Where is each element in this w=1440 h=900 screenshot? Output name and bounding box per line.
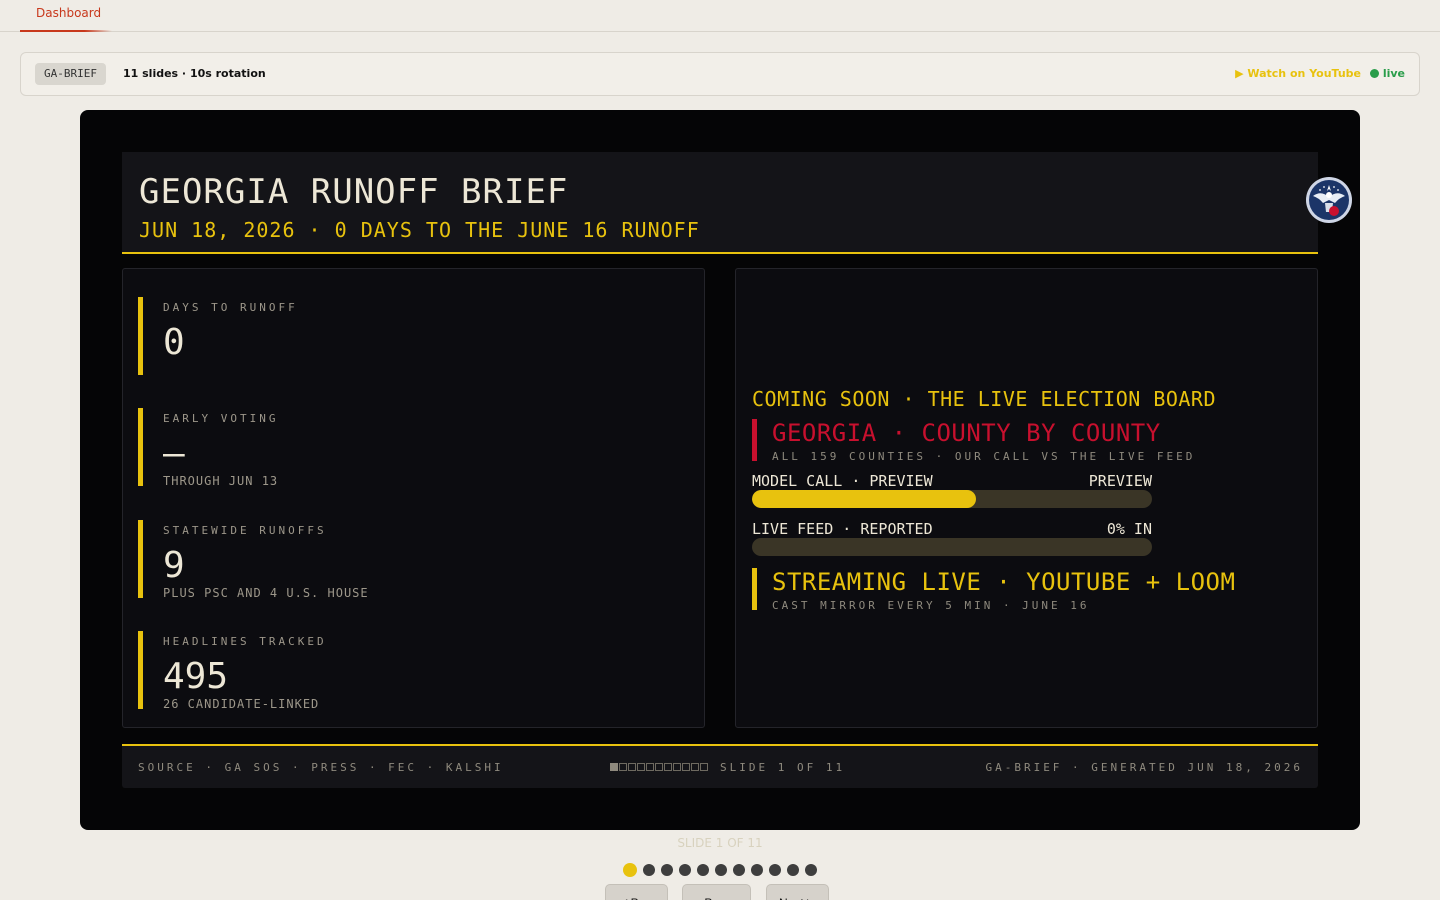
toolbar: GA-BRIEF 11 slides · 10s rotation ▶ Watc…	[20, 52, 1420, 96]
slide-dot[interactable]	[805, 864, 817, 876]
stats-panel: DAYS TO RUNOFF 0 EARLY VOTING — THROUGH …	[122, 268, 705, 728]
stat-value: 9	[163, 545, 185, 586]
slide-counter: SLIDE 1 OF 11	[677, 836, 763, 850]
tab-bar: Dashboard	[0, 0, 1440, 32]
slide-dot[interactable]	[697, 864, 709, 876]
slide-dot[interactable]	[661, 864, 673, 876]
stat-note: THROUGH JUN 13	[163, 474, 279, 488]
slide-dot[interactable]	[751, 864, 763, 876]
coming-soon-heading: COMING SOON · THE LIVE ELECTION BOARD	[752, 387, 1217, 411]
progress-square	[646, 763, 654, 771]
streaming-title: STREAMING LIVE · YOUTUBE + LOOM	[772, 568, 1236, 596]
footer-slide-number: SLIDE 1 OF 11	[720, 761, 846, 774]
slide-header: GEORGIA RUNOFF BRIEF JUN 18, 2026 · 0 DA…	[122, 152, 1352, 254]
progress-square	[673, 763, 681, 771]
streaming-subtitle: CAST MIRROR EVERY 5 MIN · JUNE 16	[772, 599, 1090, 612]
live-feed-bar	[752, 538, 1152, 556]
pause-button[interactable]: ⏸ Pause	[682, 884, 752, 900]
slide-dots	[623, 863, 817, 877]
progress-square	[637, 763, 645, 771]
stat-label: HEADLINES TRACKED	[163, 635, 327, 648]
progress-square	[619, 763, 627, 771]
slide-dot[interactable]	[769, 864, 781, 876]
streaming-block: STREAMING LIVE · YOUTUBE + LOOM CAST MIR…	[752, 568, 1272, 612]
stat-note: 26 CANDIDATE-LINKED	[163, 697, 320, 711]
model-call-status: PREVIEW	[1088, 472, 1152, 490]
stat-early-voting: EARLY VOTING — THROUGH JUN 13	[138, 408, 678, 488]
progress-square	[682, 763, 690, 771]
stat-label: STATEWIDE RUNOFFS	[163, 524, 327, 537]
progress-square	[664, 763, 672, 771]
next-button[interactable]: Next ▶	[766, 884, 830, 900]
county-block: GEORGIA · COUNTY BY COUNTY ALL 159 COUNT…	[752, 419, 1272, 463]
brief-tag: GA-BRIEF	[35, 63, 106, 85]
prev-button[interactable]: ◀ Prev	[605, 884, 669, 900]
slide-progress-squares	[610, 763, 708, 771]
slide-dot[interactable]	[623, 863, 637, 877]
stat-statewide-runoffs: STATEWIDE RUNOFFS 9 PLUS PSC AND 4 U.S. …	[138, 520, 678, 600]
slide-title: GEORGIA RUNOFF BRIEF	[139, 172, 569, 212]
slide-dot[interactable]	[715, 864, 727, 876]
progress-square	[628, 763, 636, 771]
progress-square	[610, 763, 618, 771]
slide-footer: SOURCE · GA SOS · PRESS · FEC · KALSHI S…	[122, 744, 1318, 788]
slide-stage: GEORGIA RUNOFF BRIEF JUN 18, 2026 · 0 DA…	[80, 110, 1360, 830]
live-feed-status: 0% IN	[1106, 520, 1152, 538]
election-board-panel: COMING SOON · THE LIVE ELECTION BOARD GE…	[735, 268, 1318, 728]
slide-dot[interactable]	[733, 864, 745, 876]
model-call-bar	[752, 490, 1152, 508]
stat-label: EARLY VOTING	[163, 412, 279, 425]
stat-headlines-tracked: HEADLINES TRACKED 495 26 CANDIDATE-LINKE…	[138, 631, 678, 711]
progress-square	[655, 763, 663, 771]
live-dot-icon	[1369, 69, 1379, 78]
stat-note: PLUS PSC AND 4 U.S. HOUSE	[163, 586, 369, 600]
slide-dot[interactable]	[643, 864, 655, 876]
live-label: live	[1382, 67, 1405, 80]
stat-value: —	[163, 433, 185, 474]
footer-source: SOURCE · GA SOS · PRESS · FEC · KALSHI	[138, 761, 504, 774]
stat-value: 495	[163, 656, 229, 697]
tab-dashboard[interactable]: Dashboard	[20, 0, 117, 32]
stat-value: 0	[163, 322, 185, 363]
footer-generated: GA-BRIEF · GENERATED JUN 18, 2026	[985, 761, 1303, 774]
watch-on-youtube-link[interactable]: ▶ Watch on YouTube	[1235, 67, 1361, 80]
stat-label: DAYS TO RUNOFF	[163, 301, 298, 314]
tab-active-indicator	[20, 30, 112, 32]
slides-info: 11 slides · 10s rotation	[123, 67, 266, 80]
slide-subtitle: JUN 18, 2026 · 0 DAYS TO THE JUNE 16 RUN…	[139, 218, 700, 242]
slide-dot[interactable]	[787, 864, 799, 876]
eagle-seal-icon	[1306, 177, 1352, 223]
slide-dot[interactable]	[679, 864, 691, 876]
progress-square	[691, 763, 699, 771]
stat-days-to-runoff: DAYS TO RUNOFF 0	[138, 297, 678, 375]
county-subtitle: ALL 159 COUNTIES · OUR CALL VS THE LIVE …	[772, 450, 1196, 463]
progress-square	[700, 763, 708, 771]
model-call-fill	[752, 490, 976, 508]
county-title: GEORGIA · COUNTY BY COUNTY	[772, 419, 1161, 447]
live-badge: live	[1369, 67, 1405, 80]
